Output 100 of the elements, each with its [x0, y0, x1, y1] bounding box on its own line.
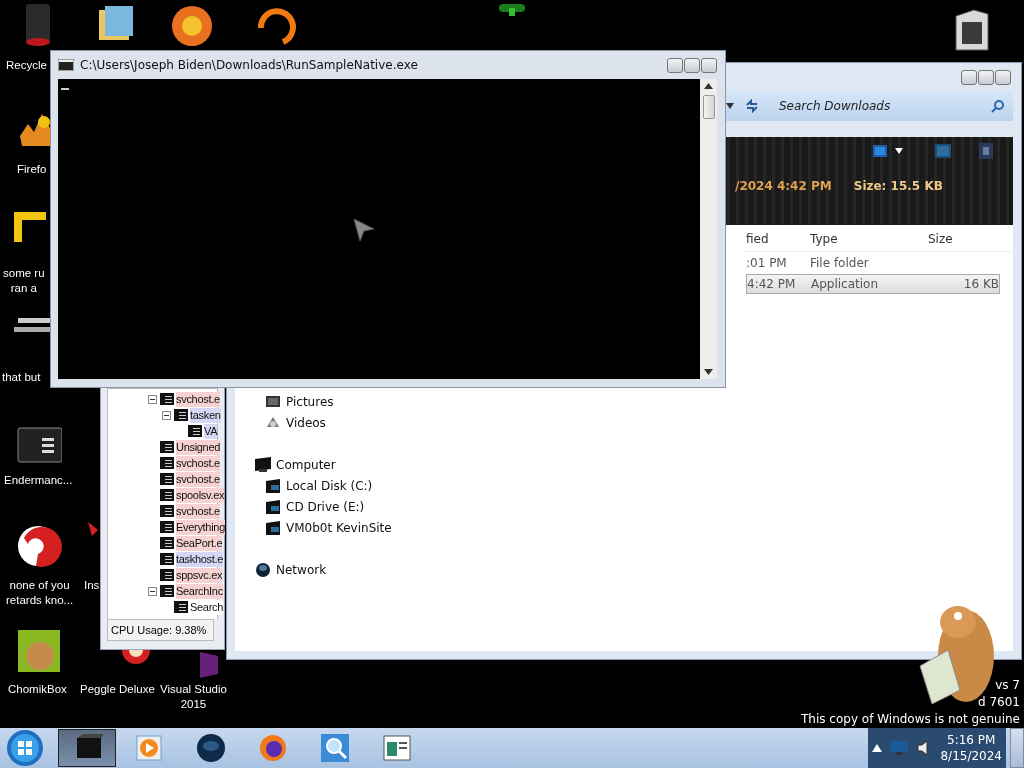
column-header[interactable]: fied: [746, 232, 810, 246]
process-icon: [160, 505, 174, 517]
process-name[interactable]: taskhost.e: [176, 551, 224, 567]
process-icon: [174, 409, 188, 421]
globe-icon: [195, 732, 227, 764]
gadget-icon: [499, 4, 525, 16]
file-row[interactable]: :01 PM File folder: [746, 253, 1000, 273]
process-icon: [160, 569, 174, 581]
file-size: Size: 15.5 KB: [853, 179, 943, 193]
collapse-icon[interactable]: [148, 586, 157, 596]
collapse-icon[interactable]: [162, 410, 171, 420]
show-desktop-button[interactable]: [1010, 728, 1024, 768]
watermark-text: vs 7: [994, 677, 1020, 694]
maximize-button[interactable]: [684, 57, 700, 73]
table-cell-text: 4:42 PM: [747, 277, 797, 291]
icon-label[interactable]: Visual Studio 2015: [160, 682, 227, 712]
icon-label[interactable]: none of you retards kno...: [6, 578, 74, 608]
close-button[interactable]: [995, 69, 1011, 85]
firefox-icon: [257, 732, 289, 764]
media-player-icon: [133, 732, 165, 764]
nav-item[interactable]: VM0b0t KevinSite: [286, 520, 392, 535]
process-name[interactable]: Unsigned: [176, 439, 221, 455]
process-name[interactable]: sppsvc.ex: [176, 567, 223, 583]
start-button-icon: [6, 729, 44, 767]
scrollbar[interactable]: [700, 79, 717, 379]
search-icon: [991, 99, 1005, 113]
process-icon: [188, 425, 202, 437]
process-icon: [160, 441, 174, 453]
process-name[interactable]: SearchInc: [176, 583, 223, 599]
refresh-icon: [745, 99, 759, 113]
drive-icon: [265, 477, 281, 494]
process-name[interactable]: SeaPort.e: [176, 535, 223, 551]
drive-icon: [265, 498, 281, 515]
icon-label[interactable]: some ru ran a: [3, 266, 45, 296]
collapse-icon[interactable]: [148, 394, 157, 404]
scroll-thumb[interactable]: [702, 95, 715, 119]
nav-item[interactable]: Videos: [286, 415, 326, 430]
process-name[interactable]: Everything: [176, 519, 225, 535]
process-name[interactable]: VA: [204, 423, 218, 439]
caret-icon: [872, 744, 883, 752]
minimize-button[interactable]: [667, 57, 683, 73]
taskbar-button[interactable]: [58, 729, 116, 767]
maximize-button[interactable]: [978, 69, 994, 85]
selected-row[interactable]: 4:42 PM Application 16 KB: [746, 274, 1000, 294]
process-icon: [160, 553, 174, 565]
table-cell-text: :01 PM: [746, 256, 788, 270]
process-name[interactable]: tasken: [190, 407, 221, 423]
nav-item[interactable]: CD Drive (E:): [286, 499, 365, 514]
icon-label[interactable]: Recycle: [6, 58, 47, 73]
process-name[interactable]: svchost.e: [176, 503, 220, 519]
icon-label[interactable]: ChomikBox: [8, 682, 67, 697]
icon-label[interactable]: Peggle Deluxe: [80, 682, 155, 697]
icon-label[interactable]: that but: [2, 370, 41, 385]
process-name[interactable]: Search: [190, 599, 224, 615]
up-arrow-icon: [704, 83, 713, 89]
process-icon: [160, 585, 174, 597]
process-icon: [160, 521, 174, 533]
column-header[interactable]: Type: [810, 232, 928, 246]
search-field[interactable]: Search Downloads: [777, 98, 981, 114]
nav-item[interactable]: Computer: [276, 457, 336, 472]
stack-icon: [14, 318, 50, 332]
clock-date[interactable]: 8/15/2024: [940, 748, 1002, 764]
close-button[interactable]: [701, 57, 717, 73]
view-icon: [873, 145, 887, 157]
mouse-pointer-icon: [352, 217, 376, 243]
watermark-text: d 7601: [977, 694, 1020, 711]
table-cell-text: 16 KB: [962, 277, 999, 291]
process-name[interactable]: spoolsv.ex: [176, 487, 225, 503]
status-bar-text: CPU Usage: 9.38%: [107, 619, 214, 641]
icon-label[interactable]: Firefo: [17, 162, 47, 177]
column-header[interactable]: Size: [928, 232, 998, 246]
icon-label[interactable]: Ins: [84, 578, 100, 593]
process-icon: [160, 537, 174, 549]
console-icon: [58, 59, 74, 71]
document-icon: [381, 732, 413, 764]
process-icon: [174, 601, 188, 613]
nav-item[interactable]: Local Disk (C:): [286, 478, 373, 493]
preview-icon: [935, 144, 951, 158]
icon-label[interactable]: Endermanc...: [4, 473, 73, 488]
minimize-button[interactable]: [961, 69, 977, 85]
caret-icon: [725, 102, 735, 110]
magnifier-icon: [319, 732, 351, 764]
globe-icon: [255, 561, 271, 578]
watermark-text: This copy of Windows is not genuine: [800, 711, 1020, 728]
table-cell-text: Application: [811, 277, 880, 291]
process-name[interactable]: svchost.e: [176, 455, 220, 471]
window-title: C:\Users\Joseph Biden\Downloads\RunSampleNative.exe: [80, 58, 419, 72]
help-icon: [979, 143, 993, 159]
nav-item[interactable]: Pictures: [286, 394, 334, 409]
process-name[interactable]: svchost.e: [176, 391, 220, 407]
process-icon: [160, 457, 174, 469]
clock-time[interactable]: 5:16 PM: [940, 732, 1002, 748]
computer-icon: [255, 456, 271, 473]
ribbon-icon: [200, 652, 218, 678]
process-icon: [160, 473, 174, 485]
process-name[interactable]: svchost.e: [176, 471, 220, 487]
nav-item[interactable]: Network: [276, 562, 327, 577]
modified-date: /2024 4:42 PM: [735, 179, 832, 193]
monitor-icon: [890, 741, 909, 755]
caret-icon: [895, 148, 903, 154]
